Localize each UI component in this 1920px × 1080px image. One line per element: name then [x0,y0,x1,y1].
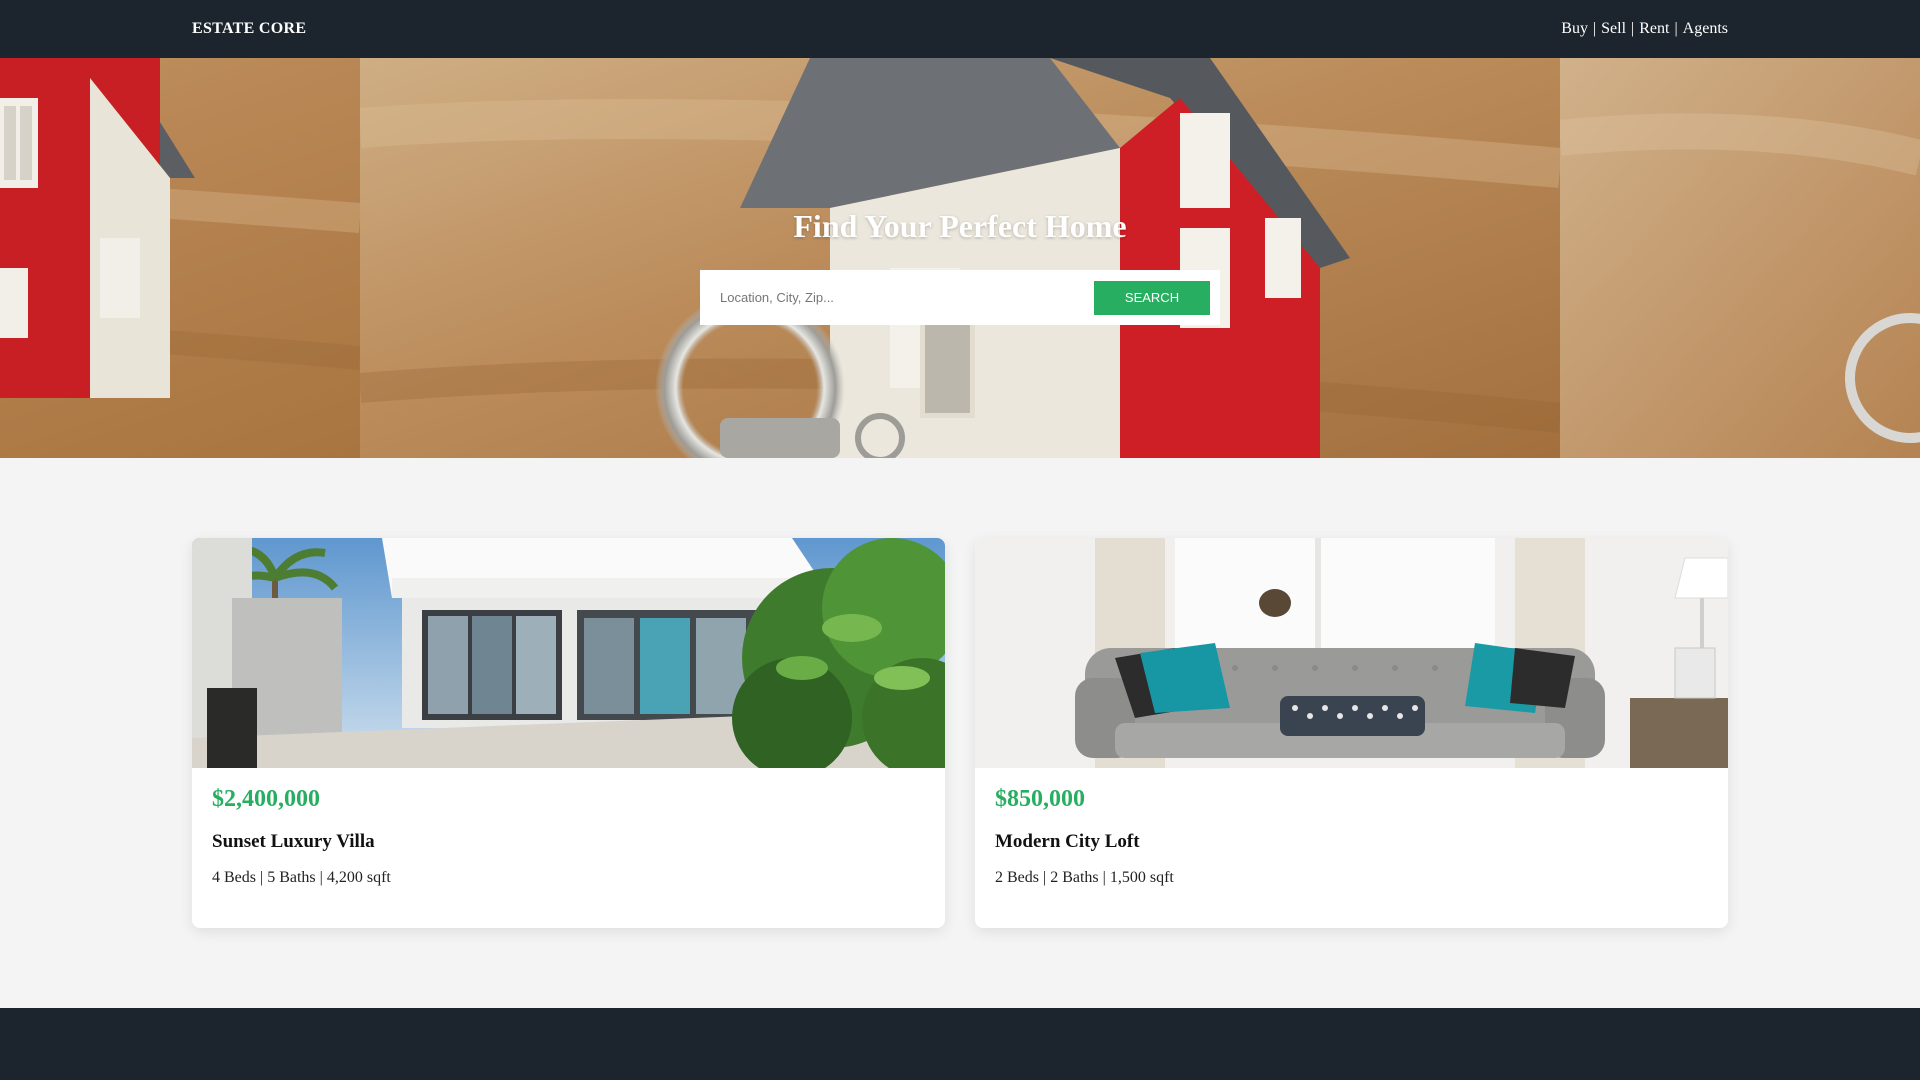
listing-card-city-loft[interactable]: $850,000 Modern City Loft 2 Beds | 2 Bat… [975,538,1728,928]
nav-separator: | [1631,20,1635,37]
nav-link-sell[interactable]: Sell [1601,20,1626,38]
hero-background-image-right [1560,58,1920,458]
listing-price: $2,400,000 [212,786,320,812]
listing-card-sunset-villa[interactable]: $2,400,000 Sunset Luxury Villa 4 Beds | … [192,538,945,928]
hero-title: Find Your Perfect Home [793,208,1127,244]
listing-specs: 4 Beds | 5 Baths | 4,200 sqft [212,869,391,886]
site-footer [0,1008,1920,1080]
site-header: ESTATE CORE Buy | Sell | Rent | Agents [0,0,1920,58]
listing-details: $2,400,000 Sunset Luxury Villa 4 Beds | … [192,768,945,905]
hero-background-image-center [360,58,1560,458]
listing-title[interactable]: Modern City Loft [995,831,1708,853]
nav-link-rent[interactable]: Rent [1639,20,1669,38]
listing-details: $850,000 Modern City Loft 2 Beds | 2 Bat… [975,768,1728,905]
search-bar: SEARCH [700,270,1220,325]
featured-listings: $2,400,000 Sunset Luxury Villa 4 Beds | … [192,538,1728,928]
main-nav: Buy | Sell | Rent | Agents [1561,20,1728,38]
nav-separator: | [1674,20,1678,37]
listing-price: $850,000 [995,786,1085,812]
site-logo[interactable]: ESTATE CORE [192,20,306,38]
hero-background-image [0,58,360,458]
nav-separator: | [1592,20,1597,37]
hero-banner: Find Your Perfect Home SEARCH [0,58,1920,458]
listing-photo-villa [192,538,945,768]
listing-specs: 2 Beds | 2 Baths | 1,500 sqft [995,869,1174,886]
nav-link-buy[interactable]: Buy [1561,20,1588,38]
listing-title[interactable]: Sunset Luxury Villa [212,831,925,853]
location-search-input[interactable] [720,280,1094,315]
nav-link-agents[interactable]: Agents [1683,20,1728,38]
search-button[interactable]: SEARCH [1094,280,1210,315]
listing-photo-loft [975,538,1728,768]
